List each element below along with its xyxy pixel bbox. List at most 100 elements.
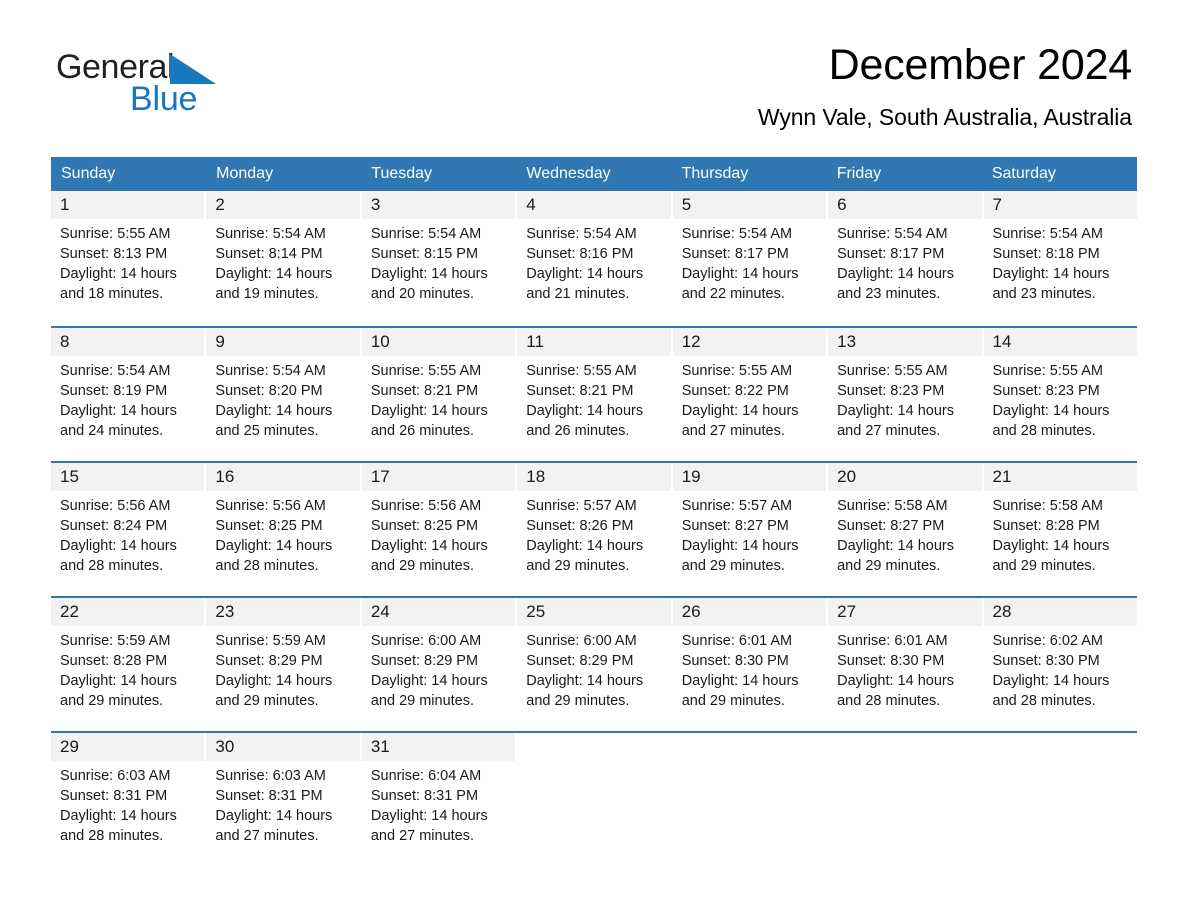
sunrise-text: Sunrise: 5:54 AM bbox=[370, 226, 482, 242]
day-cell[interactable]: 13 Sunrise: 5:55 AM Sunset: 8:23 PM Dayl… bbox=[828, 328, 982, 461]
sunset-text: Sunset: 8:28 PM bbox=[992, 518, 1100, 534]
day-cell[interactable]: 31 Sunrise: 6:04 AM Sunset: 8:31 PM Dayl… bbox=[361, 733, 516, 866]
daylight-text-line1: Daylight: 14 hours bbox=[681, 538, 799, 554]
day-cell[interactable]: 22 Sunrise: 5:59 AM Sunset: 8:28 PM Dayl… bbox=[51, 598, 205, 731]
day-cell-empty bbox=[984, 733, 1137, 866]
weekday-header-wednesday: Wednesday bbox=[526, 165, 611, 182]
day-number: 14 bbox=[983, 328, 1137, 356]
sunrise-text: Sunrise: 5:55 AM bbox=[837, 363, 948, 379]
daylight-text-line2: and 26 minutes. bbox=[526, 423, 630, 439]
weekday-header-monday: Monday bbox=[216, 165, 274, 182]
day-cell[interactable]: 20 Sunrise: 5:58 AM Sunset: 8:27 PM Dayl… bbox=[828, 463, 982, 596]
daylight-text-line2: and 29 minutes. bbox=[526, 693, 630, 709]
daylight-text-line1: Daylight: 14 hours bbox=[215, 673, 333, 689]
day-info: Sunrise: 5:55 AM Sunset: 8:21 PM Dayligh… bbox=[517, 356, 670, 441]
day-cell[interactable]: 24 Sunrise: 6:00 AM Sunset: 8:29 PM Dayl… bbox=[361, 598, 516, 731]
day-cell[interactable]: 27 Sunrise: 6:01 AM Sunset: 8:30 PM Dayl… bbox=[828, 598, 982, 731]
day-info: Sunrise: 6:03 AM Sunset: 8:31 PM Dayligh… bbox=[51, 761, 204, 846]
daylight-text-line1: Daylight: 14 hours bbox=[370, 403, 488, 419]
sunset-text: Sunset: 8:30 PM bbox=[837, 653, 945, 669]
sunrise-text: Sunrise: 5:54 AM bbox=[526, 226, 637, 242]
day-number: 31 bbox=[361, 733, 516, 761]
day-cell[interactable]: 7 Sunrise: 5:54 AM Sunset: 8:18 PM Dayli… bbox=[983, 191, 1137, 326]
sunrise-text: Sunrise: 6:00 AM bbox=[526, 633, 637, 649]
daylight-text-line2: and 28 minutes. bbox=[215, 558, 319, 574]
daylight-text-line1: Daylight: 14 hours bbox=[215, 403, 333, 419]
weekday-header-thursday: Thursday bbox=[681, 165, 749, 182]
day-info: Sunrise: 6:03 AM Sunset: 8:31 PM Dayligh… bbox=[206, 761, 359, 846]
sunrise-text: Sunrise: 5:56 AM bbox=[60, 498, 171, 514]
day-cell[interactable]: 5 Sunrise: 5:54 AM Sunset: 8:17 PM Dayli… bbox=[672, 191, 827, 326]
sunrise-text: Sunrise: 5:54 AM bbox=[215, 363, 326, 379]
sunrise-text: Sunrise: 5:59 AM bbox=[215, 633, 326, 649]
logo-line-general: General bbox=[56, 48, 356, 86]
daylight-text-line2: and 25 minutes. bbox=[215, 423, 319, 439]
day-cell[interactable]: 1 Sunrise: 5:55 AM Sunset: 8:13 PM Dayli… bbox=[51, 191, 205, 326]
day-cell[interactable]: 21 Sunrise: 5:58 AM Sunset: 8:28 PM Dayl… bbox=[983, 463, 1137, 596]
day-cell[interactable]: 29 Sunrise: 6:03 AM Sunset: 8:31 PM Dayl… bbox=[51, 733, 205, 866]
day-number: 6 bbox=[828, 191, 982, 219]
day-cell[interactable]: 23 Sunrise: 5:59 AM Sunset: 8:29 PM Dayl… bbox=[206, 598, 360, 731]
day-number: 17 bbox=[361, 463, 516, 491]
day-cell[interactable]: 14 Sunrise: 5:55 AM Sunset: 8:23 PM Dayl… bbox=[983, 328, 1137, 461]
day-cell[interactable]: 19 Sunrise: 5:57 AM Sunset: 8:27 PM Dayl… bbox=[672, 463, 827, 596]
day-info: Sunrise: 5:55 AM Sunset: 8:21 PM Dayligh… bbox=[362, 356, 515, 441]
day-number: 21 bbox=[983, 463, 1137, 491]
day-cell[interactable]: 11 Sunrise: 5:55 AM Sunset: 8:21 PM Dayl… bbox=[517, 328, 671, 461]
day-cell[interactable]: 30 Sunrise: 6:03 AM Sunset: 8:31 PM Dayl… bbox=[206, 733, 360, 866]
day-cell[interactable]: 2 Sunrise: 5:54 AM Sunset: 8:14 PM Dayli… bbox=[206, 191, 360, 326]
sunset-text: Sunset: 8:19 PM bbox=[60, 383, 168, 399]
day-cell[interactable]: 28 Sunrise: 6:02 AM Sunset: 8:30 PM Dayl… bbox=[983, 598, 1137, 731]
generalblue-logo[interactable]: General Blue bbox=[56, 48, 356, 118]
sunset-text: Sunset: 8:13 PM bbox=[60, 246, 168, 262]
day-cell[interactable]: 4 Sunrise: 5:54 AM Sunset: 8:16 PM Dayli… bbox=[517, 191, 671, 326]
daylight-text-line1: Daylight: 14 hours bbox=[370, 266, 488, 282]
day-cell[interactable]: 26 Sunrise: 6:01 AM Sunset: 8:30 PM Dayl… bbox=[672, 598, 827, 731]
sunset-text: Sunset: 8:23 PM bbox=[992, 383, 1100, 399]
day-cell[interactable]: 8 Sunrise: 5:54 AM Sunset: 8:19 PM Dayli… bbox=[51, 328, 205, 461]
daylight-text-line2: and 23 minutes. bbox=[837, 286, 941, 302]
daylight-text-line2: and 19 minutes. bbox=[215, 286, 319, 302]
sunset-text: Sunset: 8:31 PM bbox=[60, 788, 168, 804]
day-cell[interactable]: 12 Sunrise: 5:55 AM Sunset: 8:22 PM Dayl… bbox=[672, 328, 827, 461]
day-info: Sunrise: 5:54 AM Sunset: 8:19 PM Dayligh… bbox=[51, 356, 204, 441]
day-cell[interactable]: 17 Sunrise: 5:56 AM Sunset: 8:25 PM Dayl… bbox=[361, 463, 516, 596]
day-number: 18 bbox=[517, 463, 671, 491]
day-number bbox=[828, 733, 981, 761]
sunrise-text: Sunrise: 5:55 AM bbox=[526, 363, 637, 379]
day-cell[interactable]: 10 Sunrise: 5:55 AM Sunset: 8:21 PM Dayl… bbox=[361, 328, 516, 461]
daylight-text-line2: and 22 minutes. bbox=[681, 286, 785, 302]
day-number: 2 bbox=[206, 191, 360, 219]
day-number bbox=[984, 733, 1137, 761]
day-cell[interactable]: 18 Sunrise: 5:57 AM Sunset: 8:26 PM Dayl… bbox=[517, 463, 671, 596]
day-number: 27 bbox=[828, 598, 982, 626]
sunset-text: Sunset: 8:21 PM bbox=[370, 383, 479, 399]
sunset-text: Sunset: 8:25 PM bbox=[215, 518, 323, 534]
day-number: 4 bbox=[517, 191, 671, 219]
sunset-text: Sunset: 8:29 PM bbox=[370, 653, 479, 669]
sunrise-text: Sunrise: 5:55 AM bbox=[992, 363, 1103, 379]
day-info: Sunrise: 5:58 AM Sunset: 8:27 PM Dayligh… bbox=[828, 491, 981, 576]
daylight-text-line1: Daylight: 14 hours bbox=[992, 538, 1110, 554]
day-cell[interactable]: 3 Sunrise: 5:54 AM Sunset: 8:15 PM Dayli… bbox=[361, 191, 516, 326]
week-row: 29 Sunrise: 6:03 AM Sunset: 8:31 PM Dayl… bbox=[51, 731, 1137, 866]
day-cell[interactable]: 9 Sunrise: 5:54 AM Sunset: 8:20 PM Dayli… bbox=[206, 328, 360, 461]
day-cell[interactable]: 25 Sunrise: 6:00 AM Sunset: 8:29 PM Dayl… bbox=[517, 598, 671, 731]
day-cell[interactable]: 15 Sunrise: 5:56 AM Sunset: 8:24 PM Dayl… bbox=[51, 463, 205, 596]
sunset-text: Sunset: 8:28 PM bbox=[60, 653, 168, 669]
day-cell[interactable]: 6 Sunrise: 5:54 AM Sunset: 8:17 PM Dayli… bbox=[828, 191, 982, 326]
sunrise-text: Sunrise: 5:55 AM bbox=[370, 363, 482, 379]
daylight-text-line1: Daylight: 14 hours bbox=[215, 538, 333, 554]
sunset-text: Sunset: 8:15 PM bbox=[370, 246, 479, 262]
day-cell[interactable]: 16 Sunrise: 5:56 AM Sunset: 8:25 PM Dayl… bbox=[206, 463, 360, 596]
sunset-text: Sunset: 8:18 PM bbox=[992, 246, 1100, 262]
sunset-text: Sunset: 8:27 PM bbox=[837, 518, 945, 534]
daylight-text-line1: Daylight: 14 hours bbox=[681, 266, 799, 282]
day-number: 1 bbox=[51, 191, 205, 219]
day-number: 13 bbox=[828, 328, 982, 356]
day-info: Sunrise: 5:58 AM Sunset: 8:28 PM Dayligh… bbox=[984, 491, 1137, 576]
daylight-text-line1: Daylight: 14 hours bbox=[992, 403, 1110, 419]
sunrise-text: Sunrise: 6:04 AM bbox=[370, 768, 482, 784]
day-info: Sunrise: 5:59 AM Sunset: 8:29 PM Dayligh… bbox=[206, 626, 359, 711]
daylight-text-line2: and 29 minutes. bbox=[837, 558, 941, 574]
